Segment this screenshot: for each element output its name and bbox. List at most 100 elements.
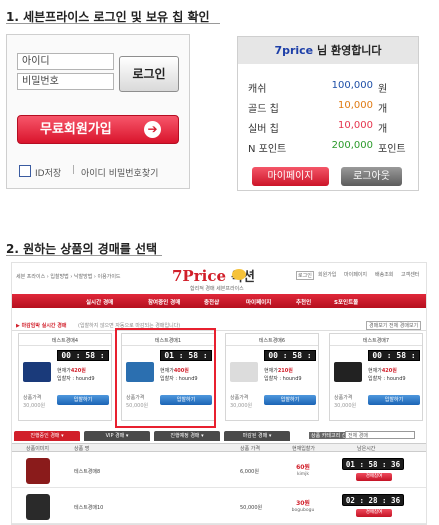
live-auction-bar [12, 320, 426, 331]
remaining-time: 01 : 58 : 36 [342, 458, 404, 470]
current-price-label: 현재가 [57, 368, 71, 374]
mypage-button[interactable]: 마이페이지 [252, 167, 329, 186]
title-underline [6, 23, 220, 24]
product-thumbnail[interactable] [26, 458, 50, 484]
current-price: 현재가420원 [57, 367, 86, 374]
chip-label: 골드 칩 [248, 104, 279, 115]
login-button[interactable]: 로그인 [119, 56, 179, 92]
logo-tagline: 합리적 경매 세븐프라이스 [190, 286, 244, 292]
current-price-value: 420원 [381, 368, 397, 374]
auction-tab[interactable]: 진행예정 경매 ▾ [154, 431, 220, 441]
category-select[interactable]: 전체 경매 [345, 431, 415, 439]
site-link[interactable]: 회원가입 [317, 271, 337, 278]
chip-unit: 원 [378, 84, 388, 95]
card-divider [330, 345, 422, 346]
arrow-right-icon: ➔ [144, 121, 161, 138]
nav-item[interactable]: 실시간 경매 [86, 298, 113, 306]
list-header-cell: 상품이미지 [26, 446, 50, 452]
site-link[interactable]: 고객센터 [400, 271, 420, 278]
auction-tab[interactable]: 진행중인 경매 ▾ [14, 431, 80, 441]
nav-item[interactable]: S포인트몰 [334, 298, 358, 306]
bid-button[interactable]: 입찰하기 [57, 395, 109, 405]
chip-label: N 포인트 [248, 144, 287, 155]
logout-button[interactable]: 로그아웃 [341, 167, 402, 186]
current-price-label: 현재가 [264, 368, 278, 374]
greeting-text: 님 환영합니다 [317, 44, 382, 57]
site-link[interactable]: 배송조회 [374, 271, 394, 278]
chip-value: 10,000 [338, 120, 373, 131]
bidder-name: bogubogu [291, 508, 315, 513]
chip-label: 실버 칩 [248, 124, 279, 135]
site-link[interactable]: 마이페이지 [343, 271, 368, 278]
password-field[interactable]: 비밀번호 [17, 73, 114, 90]
nav-item[interactable]: 마이페이지 [246, 298, 271, 306]
join-label: 무료회원가입 [40, 122, 112, 137]
product-name[interactable]: 테스트경매10 [74, 504, 103, 511]
current-bid: 60원 [296, 464, 310, 471]
card-divider [19, 345, 111, 346]
live-auction-title: ▶ 마감임박 실시간 경매 [16, 323, 67, 329]
product-thumbnail[interactable] [26, 494, 50, 520]
auction-site-screenshot: 세븐 프라이스 › 입찰방법 › 낙찰방법 › 이용가이드 7Price 옥션 … [11, 262, 427, 525]
chip-label: 캐쉬 [248, 84, 267, 95]
list-header-cell: 현재입찰가 [292, 446, 316, 452]
find-account-link[interactable]: 아이디 비밀번호찾기 [81, 166, 158, 179]
product-price: 30,000원 [334, 403, 357, 409]
product-price-label: 상품가격 [23, 395, 42, 401]
chip-value: 10,000 [338, 100, 373, 111]
bid-button[interactable]: 입찰하기 [368, 395, 420, 405]
product-price: 30,000원 [23, 403, 46, 409]
user-id: 7price [274, 44, 314, 57]
auction-tab[interactable]: VIP 경매 ▾ [84, 431, 150, 441]
selected-auction-highlight [115, 328, 216, 428]
product-price-label: 상품가격 [230, 395, 249, 401]
current-price: 현재가210원 [264, 367, 293, 374]
chip-value: 200,000 [331, 140, 373, 151]
join-auction-button[interactable]: 경매참여 [356, 473, 392, 481]
auction-tab[interactable]: 마감된 경매 ▾ [224, 431, 290, 441]
product-image[interactable] [334, 362, 362, 382]
site-link[interactable]: 로그인 [296, 271, 314, 280]
countdown-timer: 00 : 58 : 36 [264, 350, 316, 370]
list-header-cell: 상품 명 [74, 446, 90, 452]
table-row: 테스트경매10 50,000원 30원 bogubogu 02 : 28 : 36 경매참… [12, 490, 426, 524]
bid-button[interactable]: 입찰하기 [264, 395, 316, 405]
bidder-name: 입찰자 : hound9 [368, 376, 406, 382]
logo-coin-icon [232, 269, 246, 280]
product-price-label: 상품가격 [334, 395, 353, 401]
logo-text: 7Price [172, 267, 226, 285]
nav-item[interactable]: 충전샵 [204, 298, 219, 306]
countdown-timer: 00 : 58 : 36 [57, 350, 109, 370]
save-id-label: ID저장 [35, 169, 62, 179]
view-all-button[interactable]: 경매보기 전체 경매보기 [366, 321, 422, 330]
id-field[interactable]: 아이디 [17, 53, 114, 70]
title-underline [6, 255, 162, 256]
bidder-name: kimjk [296, 472, 310, 477]
card-title: 테스트경매4 [51, 338, 79, 344]
chip-unit: 포인트 [378, 144, 406, 155]
auction-card: 테스트경매4 00 : 58 : 36 현재가420원 입찰자 : hound9 상품가… [18, 333, 112, 421]
current-price-label: 현재가 [368, 368, 382, 374]
site-top-menu: 세븐 프라이스 › 입찰방법 › 낙찰방법 › 이용가이드 [16, 274, 121, 280]
product-image[interactable] [23, 362, 51, 382]
bidder-name: 입찰자 : hound9 [264, 376, 302, 382]
chip-unit: 개 [378, 124, 388, 135]
list-header-cell: 상품 가격 [240, 446, 260, 452]
card-divider [226, 345, 318, 346]
save-id-checkbox[interactable] [19, 165, 31, 177]
product-price: 30,000원 [230, 403, 253, 409]
nav-item[interactable]: 추천인 [296, 298, 311, 306]
nav-item[interactable]: 참여중인 경매 [148, 298, 180, 306]
product-name[interactable]: 테스트경매8 [74, 468, 100, 475]
remaining-time: 02 : 28 : 36 [342, 494, 404, 506]
card-title: 테스트경매6 [258, 338, 286, 344]
table-row: 테스트경매8 6,000원 60원 kimjk 01 : 58 : 36 경매참여 [12, 454, 426, 488]
current-bid: 30원 [296, 500, 310, 507]
join-auction-button[interactable]: 경매참여 [356, 509, 392, 517]
link-separator: | [72, 165, 76, 175]
product-price: 50,000원 [240, 505, 263, 511]
current-price-value: 420원 [70, 368, 86, 374]
product-image[interactable] [230, 362, 258, 382]
welcome-header: 7price 님 환영합니다 [238, 37, 418, 64]
product-price: 6,000원 [240, 469, 259, 475]
